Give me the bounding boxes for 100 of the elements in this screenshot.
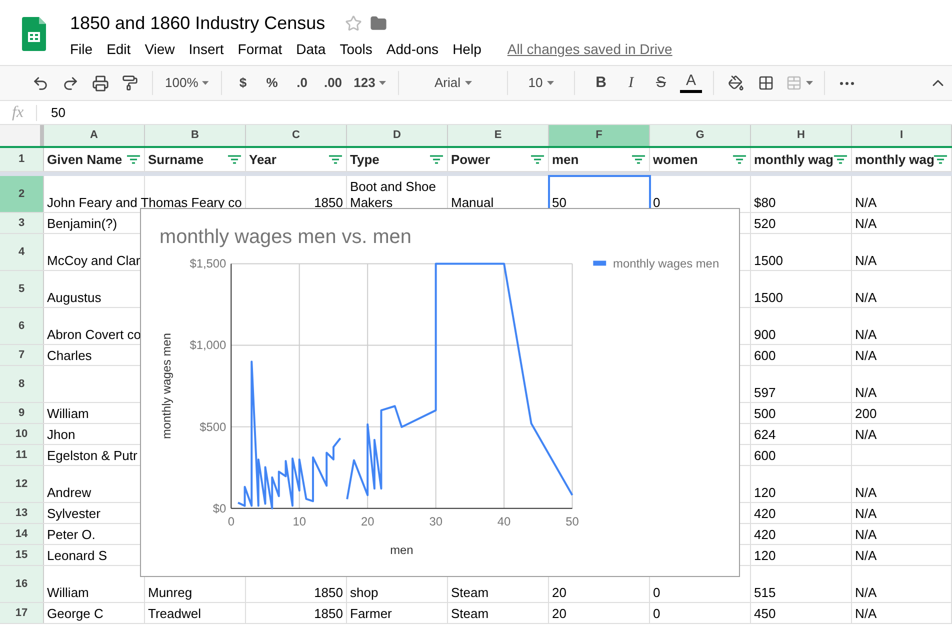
row-header[interactable]: 11 <box>0 445 44 465</box>
table-cell-text: 597 <box>753 385 777 402</box>
table-cell-text: $80 <box>753 195 777 212</box>
y-tick-label: $1,500 <box>190 256 226 271</box>
row-header[interactable]: 14 <box>0 524 44 544</box>
row-header[interactable]: 6 <box>0 308 44 344</box>
dropdown-caret-icon <box>464 81 472 85</box>
legend-label: monthly wages men <box>613 256 720 271</box>
column-header[interactable]: F <box>549 125 650 146</box>
filter-icon[interactable] <box>834 155 847 164</box>
decrease-decimals-button[interactable]: .0 <box>288 69 316 97</box>
table-cell-text: 420 <box>753 506 777 523</box>
header-cell[interactable]: Type <box>347 148 448 171</box>
column-title: Year <box>249 150 278 169</box>
header-cell[interactable]: Year <box>246 148 347 171</box>
table-cell-text: Augustus <box>46 290 102 307</box>
row-header[interactable]: 17 <box>0 603 44 623</box>
x-tick-label: 50 <box>566 514 579 528</box>
table-cell-text: Farmer <box>349 606 393 623</box>
borders-icon <box>758 75 774 91</box>
header-cell[interactable]: Power <box>448 148 549 171</box>
filter-icon[interactable] <box>934 155 947 164</box>
font-size-dropdown[interactable]: 10 <box>516 69 566 97</box>
menu-item[interactable]: File <box>70 39 93 60</box>
row-header[interactable]: 2 <box>0 176 44 212</box>
menu-item[interactable]: Tools <box>340 39 372 60</box>
italic-button[interactable]: I <box>617 69 645 97</box>
column-title: Surname <box>148 150 205 169</box>
menu-item[interactable]: Add-ons <box>386 39 439 60</box>
table-cell-text: N/A <box>854 485 878 502</box>
sheets-logo-icon[interactable] <box>22 17 46 51</box>
table-cell-text: 0 <box>652 195 662 212</box>
row-header[interactable]: 16 <box>0 566 44 602</box>
table-cell-text: 120 <box>753 485 777 502</box>
menu-item[interactable]: Edit <box>106 39 131 60</box>
menu-item[interactable]: Insert <box>188 39 224 60</box>
row-header[interactable]: 12 <box>0 466 44 502</box>
row-header[interactable]: 7 <box>0 345 44 365</box>
menu-item[interactable]: Help <box>452 39 482 60</box>
y-tick-label: $500 <box>200 420 226 434</box>
y-axis-title: monthly wages men <box>159 333 174 440</box>
table-cell-text: 520 <box>753 216 777 233</box>
column-title: monthly wag <box>855 150 934 169</box>
redo-icon <box>62 74 78 92</box>
row-header[interactable]: 4 <box>0 234 44 270</box>
filter-icon[interactable] <box>733 155 746 164</box>
table-cell-text: N/A <box>854 606 878 623</box>
row-header[interactable]: 1 <box>0 148 44 171</box>
filter-icon[interactable] <box>228 155 241 164</box>
table-cell-text: N/A <box>854 216 878 233</box>
star-icon[interactable] <box>345 14 362 32</box>
zoom-dropdown[interactable]: 100% <box>161 69 213 97</box>
table-cell-text: N/A <box>854 548 878 565</box>
filter-icon[interactable] <box>531 155 544 164</box>
font-dropdown[interactable]: Arial <box>407 69 499 97</box>
currency-button[interactable]: $ <box>230 69 256 97</box>
header-cell[interactable]: Given Name <box>44 148 145 171</box>
x-tick-label: 20 <box>360 514 374 528</box>
bold-button[interactable]: B <box>587 69 615 97</box>
header-cell[interactable]: monthly wag <box>852 148 952 171</box>
row-header[interactable]: 9 <box>0 403 44 423</box>
table-cell-text: 1850 <box>313 606 344 623</box>
table-cell-text: Charles <box>46 348 93 365</box>
table-cell-text: 600 <box>753 348 777 365</box>
table-cell-text: 420 <box>753 527 777 544</box>
row-header[interactable]: 3 <box>0 213 44 233</box>
save-status-link[interactable]: All changes saved in Drive <box>507 39 672 60</box>
table-cell-text: 900 <box>753 327 777 344</box>
menu-item[interactable]: Format <box>238 39 282 60</box>
menu-item[interactable]: Data <box>296 39 326 60</box>
number-format-dropdown[interactable]: 123 <box>350 69 390 97</box>
column-title: Given Name <box>47 150 124 169</box>
increase-decimals-button[interactable]: .00 <box>318 69 348 97</box>
strikethrough-button[interactable]: S <box>647 69 675 97</box>
row-header[interactable]: 15 <box>0 545 44 565</box>
table-cell-text: 120 <box>753 548 777 565</box>
header-cell[interactable]: women <box>650 148 751 171</box>
header-cell[interactable]: monthly wag <box>751 148 852 171</box>
filter-icon[interactable] <box>329 155 342 164</box>
header-cell[interactable]: men <box>549 148 650 171</box>
folder-icon[interactable] <box>370 14 388 32</box>
table-cell-text: N/A <box>854 195 878 212</box>
row-header[interactable]: 5 <box>0 271 44 307</box>
table-cell-text: William <box>46 585 90 602</box>
filter-icon[interactable] <box>127 155 140 164</box>
row-header[interactable]: 8 <box>0 366 44 402</box>
header-cell[interactable]: Surname <box>145 148 246 171</box>
text-color-button[interactable]: A <box>677 69 705 97</box>
table-cell-text: N/A <box>854 385 878 402</box>
row-header[interactable]: 13 <box>0 503 44 523</box>
document-title[interactable]: 1850 and 1860 Industry Census <box>70 10 326 36</box>
formula-input[interactable]: 50 <box>51 102 66 122</box>
row-header[interactable]: 10 <box>0 424 44 444</box>
paint-bucket-icon <box>728 75 744 91</box>
menu-item[interactable]: View <box>144 39 175 60</box>
table-cell-text: John Feary and Thomas Feary co <box>46 195 243 212</box>
column-title: women <box>653 150 699 169</box>
filter-icon[interactable] <box>632 155 645 164</box>
filter-icon[interactable] <box>430 155 443 164</box>
percent-button[interactable]: % <box>258 69 286 97</box>
